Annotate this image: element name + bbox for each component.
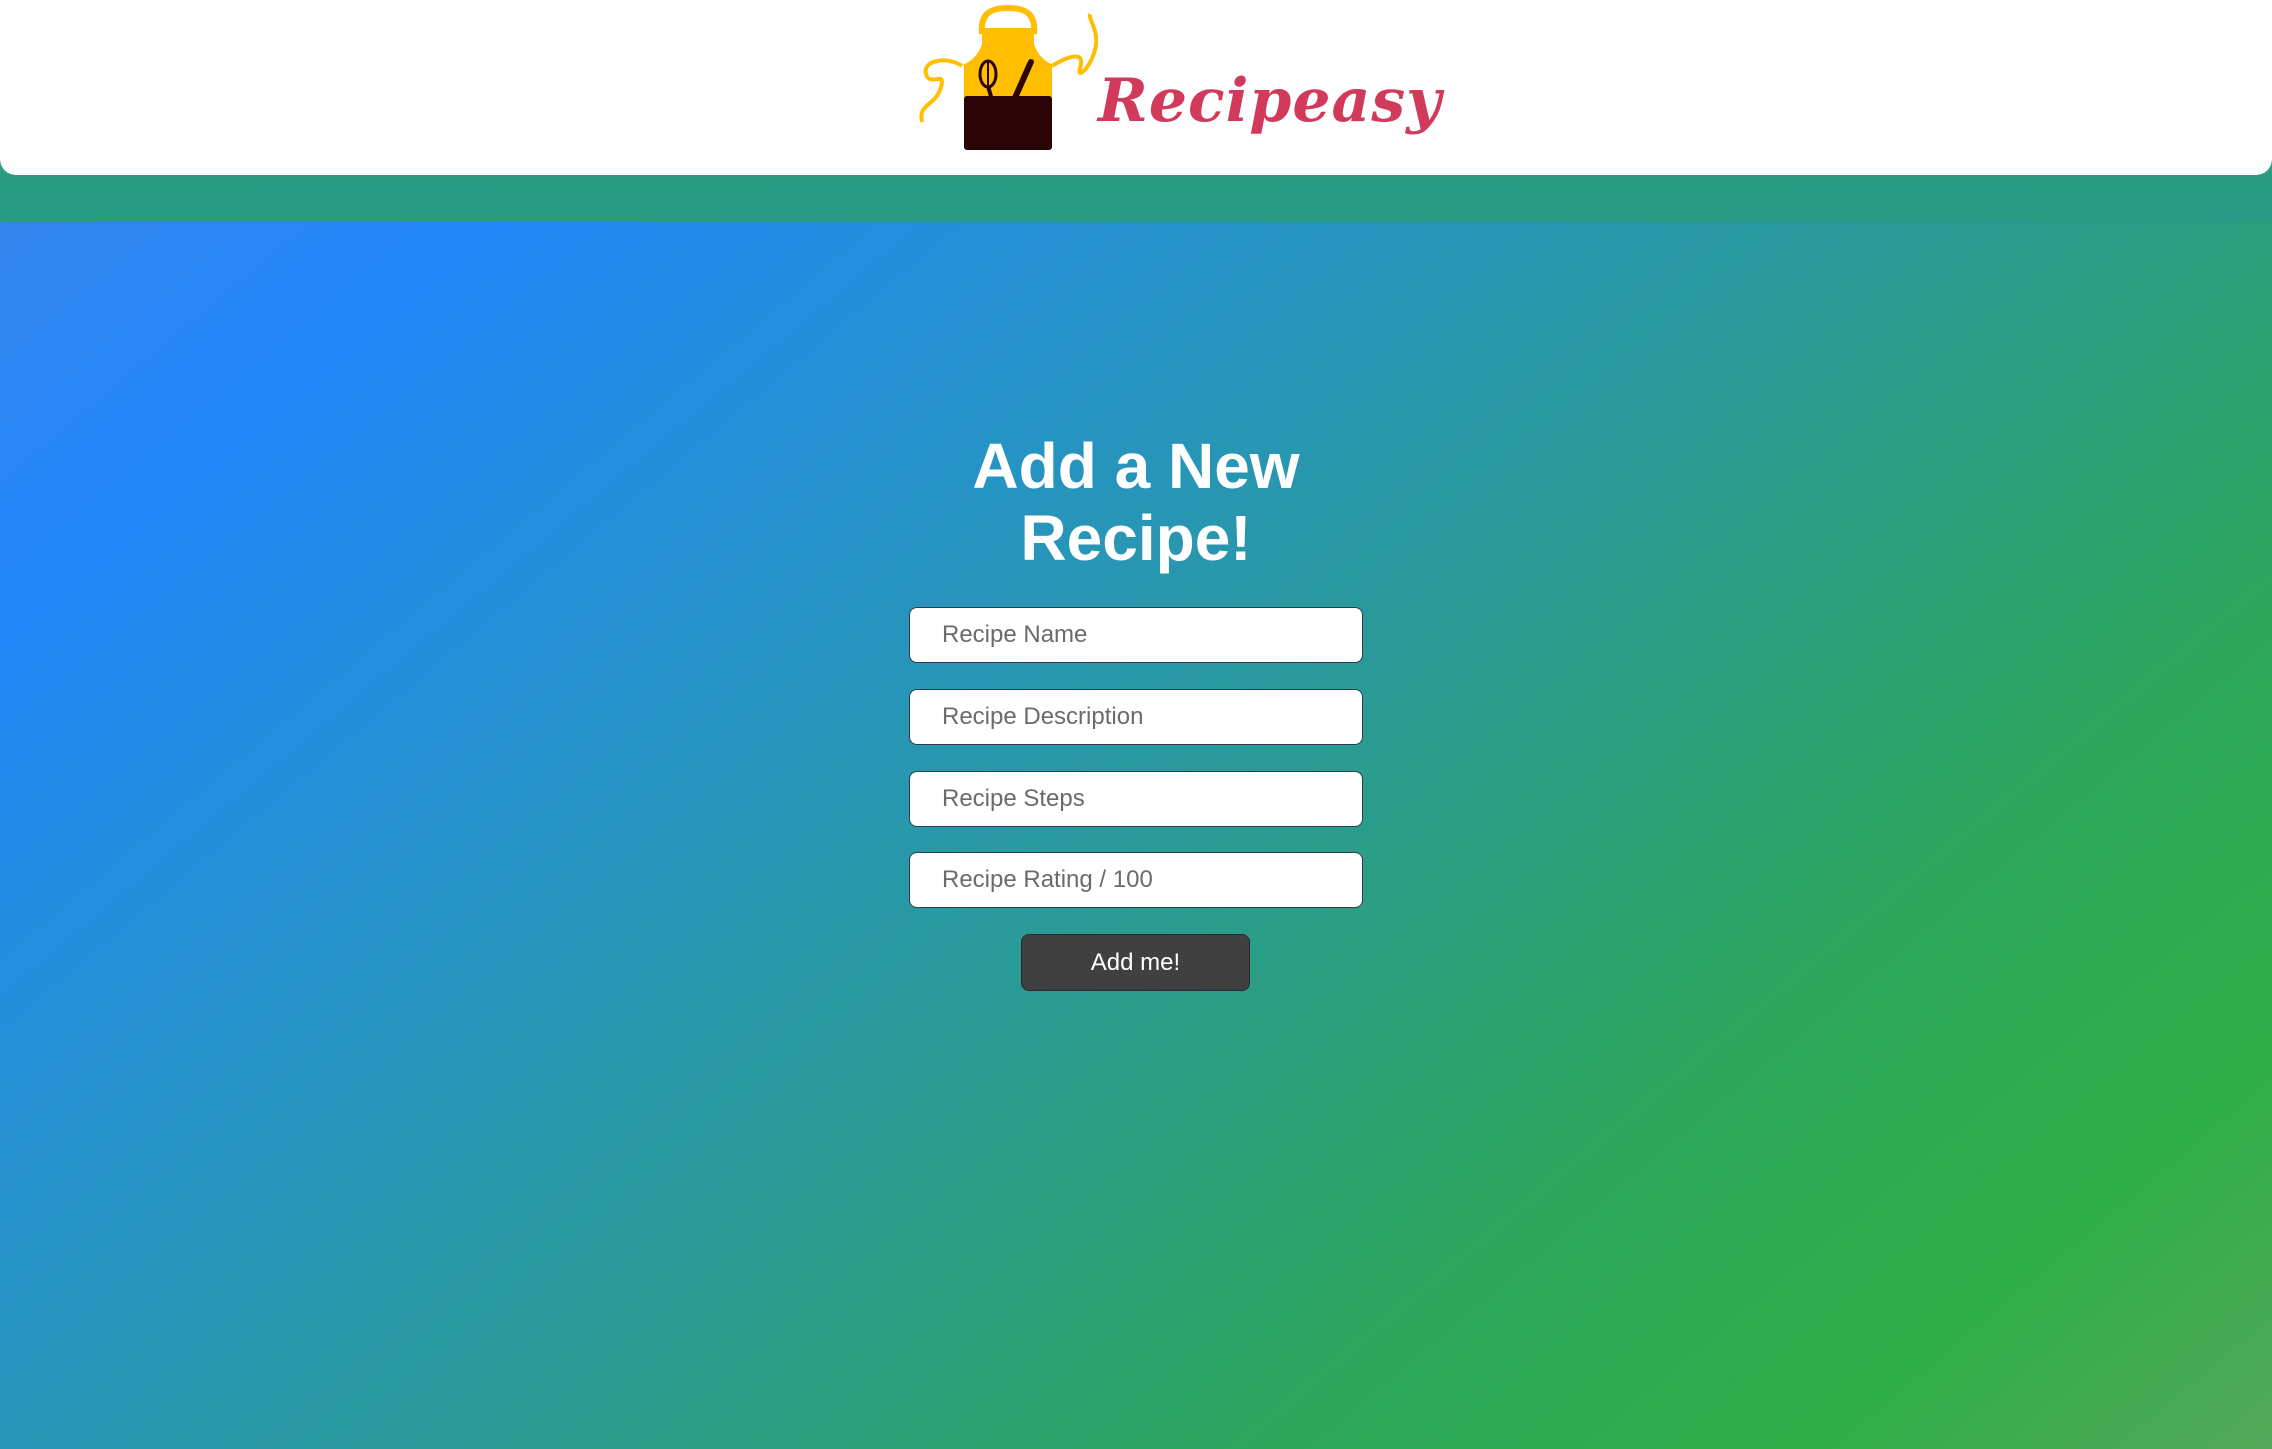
recipe-name-input[interactable] — [909, 607, 1363, 663]
add-recipe-button[interactable]: Add me! — [1021, 934, 1250, 991]
apron-icon — [919, 4, 1098, 150]
recipe-rating-input[interactable] — [909, 852, 1363, 908]
logo[interactable]: Recipeasy — [918, 4, 1441, 154]
recipe-steps-input[interactable] — [909, 771, 1363, 827]
main-content: Add a New Recipe! Add me! — [0, 222, 2272, 1449]
page-title: Add a New Recipe! — [972, 430, 1300, 574]
recipe-description-input[interactable] — [909, 689, 1363, 745]
brand-name: Recipeasy — [1098, 66, 1443, 136]
site-header: Recipeasy — [0, 0, 2272, 175]
